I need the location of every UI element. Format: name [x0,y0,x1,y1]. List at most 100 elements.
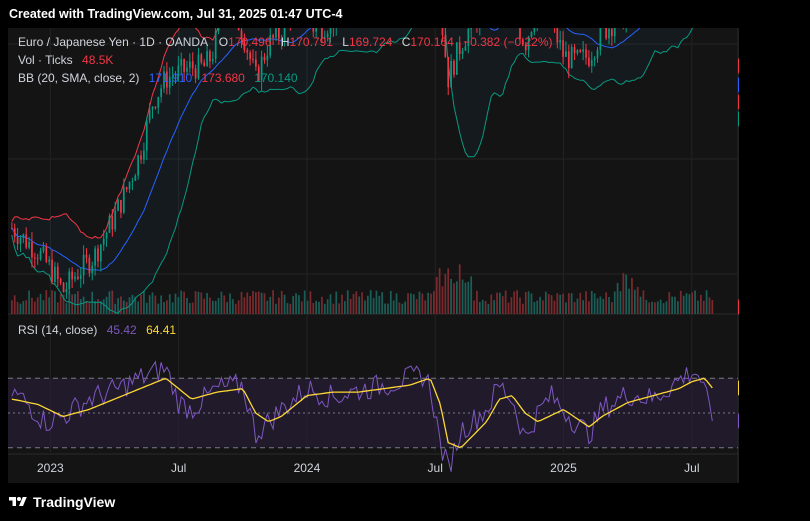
volume-bar [22,301,25,314]
volume-bar [384,303,386,314]
chart-pane[interactable]: Euro / Japanese Yen · 1D · OANDA O170.49… [8,28,739,483]
candle-body [154,106,157,108]
volume-bar [481,299,484,314]
candle-body [51,259,53,282]
candle-body [120,200,122,213]
candle-body [85,254,88,258]
volume-bar [249,295,251,314]
candle-body [28,241,30,248]
candle-body [562,40,564,57]
candle-body [79,275,82,279]
price-badge [738,94,739,110]
volume-bar [642,290,645,314]
volume-bar [344,301,346,314]
candle-body [191,61,194,69]
volume-bar [633,289,636,314]
volume-bar [674,296,676,314]
volume-bar [145,302,148,314]
candle-body [461,50,464,55]
volume-bar [507,302,510,314]
date-tick-label: 2024 [294,461,321,475]
volume-bar [705,290,708,314]
volume-bar [461,279,464,314]
volume-bar [679,290,682,314]
volume-bar [352,293,355,314]
volume-bar [361,292,363,314]
volume-bar [283,294,286,314]
volume-bar [286,302,289,314]
volume-bar [257,291,260,314]
candle-body [111,216,114,230]
volume-bar [602,298,605,314]
volume-bar [553,300,556,314]
candle-body [48,259,51,262]
candle-body [608,28,610,39]
volume-bar [613,291,616,314]
candle-body [579,50,582,52]
volume-bar [622,272,625,314]
candle-body [97,248,99,262]
volume-bar [476,290,478,314]
volume-bar [292,295,295,314]
volume-bar [341,294,343,314]
candle-body [99,244,102,262]
volume-bar [42,300,45,314]
volume-bar [711,300,714,314]
volume-bar [183,291,185,314]
legend-bb-basis: 171.910 [149,71,193,85]
volume-bar [562,293,564,314]
volume-bar [323,303,326,314]
volume-bar [349,298,352,314]
volume-bar [191,302,194,314]
volume-bar [547,294,550,314]
volume-bar [708,297,711,314]
volume-bar [355,291,358,314]
volume-bar [13,295,16,314]
candle-body [125,187,128,190]
volume-bar [45,290,48,314]
volume-bar [662,303,665,314]
volume-bar [522,303,524,314]
legend-row-1: Euro / Japanese Yen · 1D · OANDA O170.49… [18,35,553,49]
volume-bar [148,295,151,314]
candle-body [33,257,36,259]
legend-volume-label: Vol · Ticks [18,53,73,67]
volume-bar [527,291,530,314]
volume-bar [473,300,475,314]
candle-body [59,278,62,283]
chart-canvas[interactable]: Euro / Japanese Yen · 1D · OANDA O170.49… [8,28,739,483]
legend-close-label: C [402,35,411,49]
volume-bar [639,296,642,314]
candle-body [31,241,33,258]
volume-bar [688,294,691,314]
price-badge [738,77,739,93]
tradingview-logo-icon [9,497,27,506]
candle-body [447,56,450,88]
legend-rsi: RSI (14, close) 45.42 64.41 [18,323,176,337]
volume-bar [677,301,679,314]
volume-bar [539,296,541,314]
candle-body [237,28,240,31]
candle-body [183,59,185,72]
volume-bar [582,300,585,314]
volume-bar [300,301,303,314]
volume-bar [699,294,702,314]
volume-bar [588,301,590,314]
volume-bar [229,293,231,314]
candle-body [10,228,13,229]
volume-bar [631,277,633,314]
volume-bar [665,301,668,314]
volume-bar [171,302,174,314]
legend-low-value: 169.724 [349,35,393,49]
volume-bar [246,292,249,314]
candle-body [567,51,570,69]
candle-body [77,276,79,279]
volume-bar [378,295,381,314]
volume-bar [381,292,384,314]
candle-body [458,42,461,55]
volume-bar [501,296,504,314]
volume-bar [412,294,415,314]
volume-bar [536,300,539,314]
volume-bar [315,300,318,314]
candle-body [16,237,19,244]
